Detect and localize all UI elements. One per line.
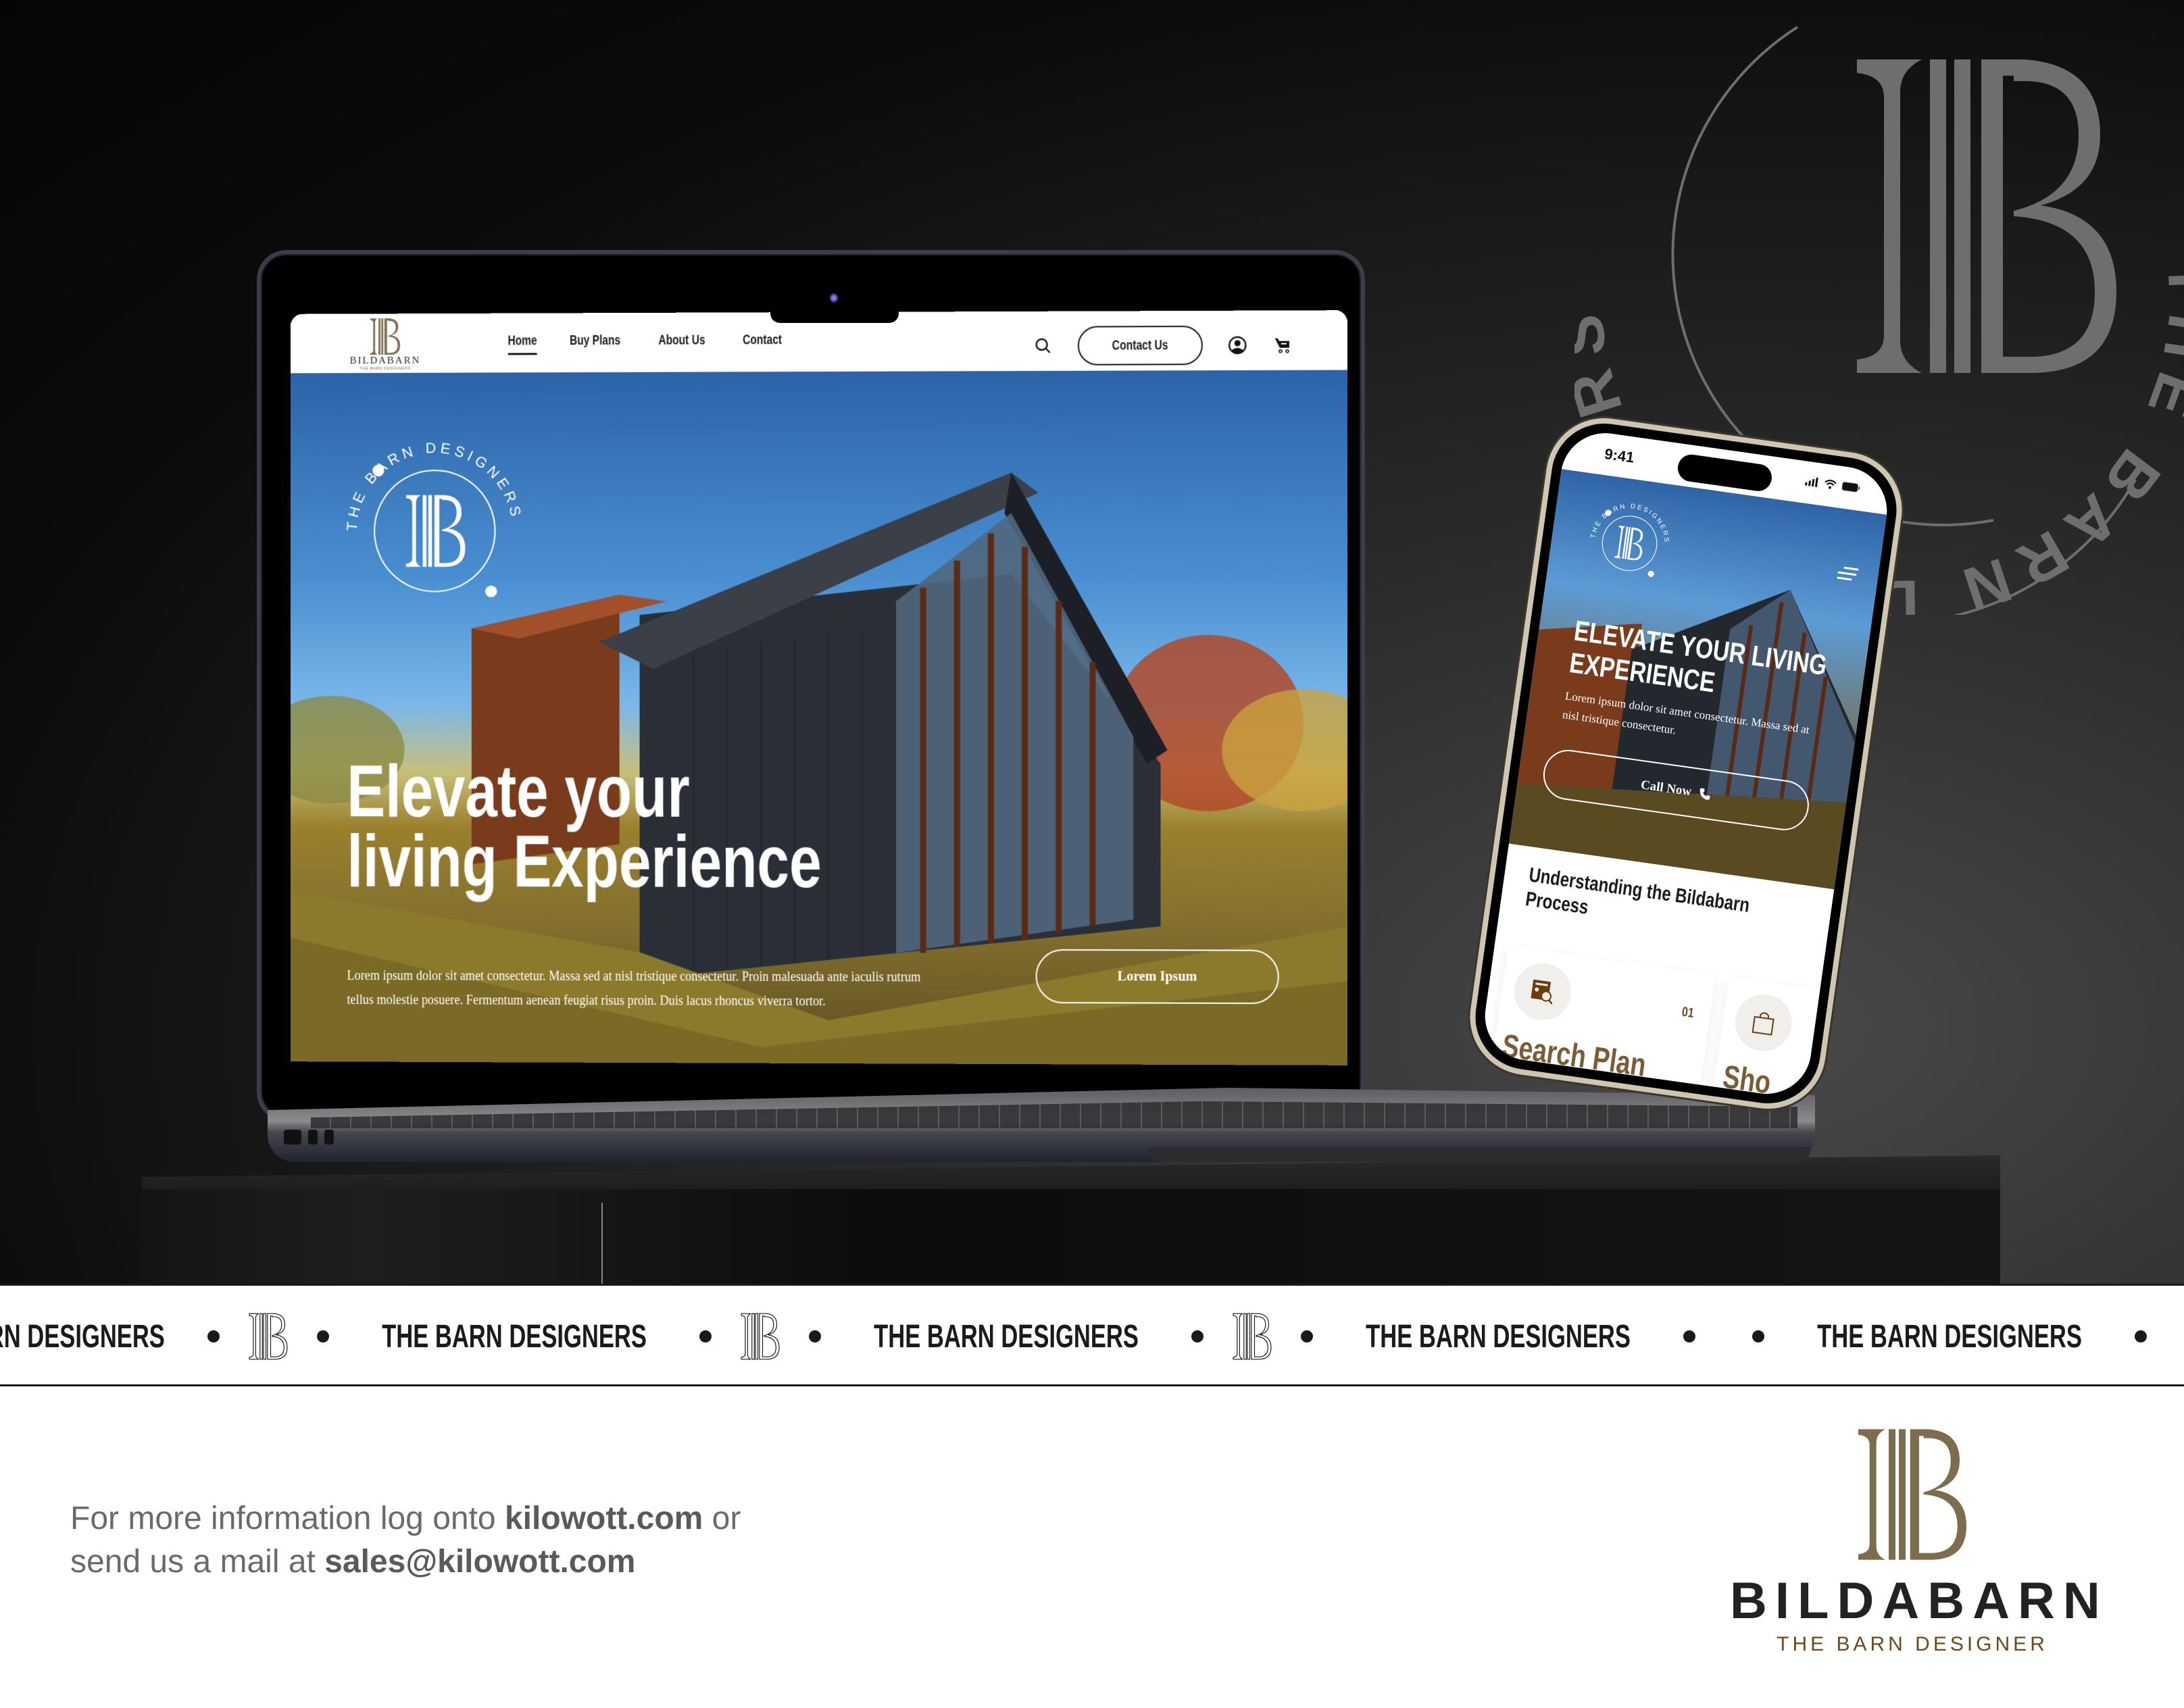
hamburger-menu-icon[interactable] — [1837, 563, 1860, 585]
nav-actions: Contact Us — [1033, 326, 1293, 366]
ticker-text: BARN DESIGNERS — [0, 1318, 165, 1355]
ticker-dot — [316, 1330, 329, 1342]
battery-icon — [1841, 482, 1860, 493]
ticker-text: THE BARN DESIGNERS — [873, 1318, 1139, 1355]
card-icon-wrap — [1731, 990, 1796, 1055]
bildabarn-logo-icon — [1858, 1429, 1966, 1560]
card-icon-wrap — [1510, 959, 1575, 1024]
signal-icon — [1804, 477, 1818, 487]
card-number: 01 — [1681, 1004, 1695, 1022]
ticker-dot — [1191, 1330, 1203, 1342]
footer-tagline: THE BARN DESIGNER — [1777, 1633, 2048, 1655]
website-link[interactable]: kilowott.com — [505, 1501, 703, 1536]
contact-info: For more information log onto kilowott.c… — [70, 1497, 741, 1584]
camera-icon — [830, 293, 838, 303]
nav-home[interactable]: Home — [508, 333, 537, 349]
user-circle-icon[interactable] — [1227, 335, 1247, 355]
info-line1-suffix: or — [703, 1501, 741, 1536]
ticker-logo-icon — [741, 1313, 780, 1360]
hero-title: Elevate your living Experience — [347, 750, 821, 903]
ticker-text: THE BARN DESIGNERS — [381, 1318, 647, 1355]
process-card[interactable]: Sho Lore — [1706, 976, 1893, 1100]
lorem-ipsum-button[interactable]: Lorem Ipsum — [1035, 949, 1279, 1005]
phone-mockup: 9:41 THE BARN DESIGNERS ELEVATE YOUR LIV… — [1462, 410, 1910, 1117]
laptop-ports — [284, 1130, 334, 1145]
site-logo[interactable]: BILDABARN THE BARN DESIGNERS — [348, 318, 422, 371]
phone-icon — [1699, 788, 1710, 800]
nav-contact[interactable]: Contact — [743, 332, 782, 348]
ticker-dot — [2134, 1330, 2147, 1342]
cart-icon[interactable] — [1272, 335, 1293, 355]
info-line2-prefix: send us a mail at — [70, 1544, 325, 1580]
laptop-trackpad-edge — [1149, 1147, 1811, 1162]
process-section: Understanding the Bildabarn Process 01 S… — [1479, 843, 1893, 1100]
laptop-screen: BILDABARN THE BARN DESIGNERS Home Buy Pl… — [291, 310, 1347, 1065]
status-time: 9:41 — [1603, 445, 1636, 466]
bildabarn-logo-icon — [370, 319, 401, 355]
email-link[interactable]: sales@kilowott.com — [324, 1544, 635, 1580]
svg-text:THE BARN DESIGNERS: THE BARN DESIGNERS — [343, 439, 525, 532]
ticker-text: THE BARN DESIGNERS — [1366, 1318, 1631, 1355]
contact-us-label: Contact Us — [1112, 337, 1168, 353]
ticker-logo-icon — [249, 1313, 288, 1360]
search-icon[interactable] — [1033, 336, 1053, 356]
brand-ticker: BARN DESIGNERS THE BARN DESIGNERS THE BARN… — [0, 1284, 2184, 1386]
footer-brand: BILDABARN — [1730, 1572, 2108, 1630]
logo-brand: BILDABARN — [349, 355, 421, 367]
shopping-bag-icon — [1752, 1012, 1775, 1036]
ticker-track: BARN DESIGNERS THE BARN DESIGNERS THE BARN… — [0, 1313, 2184, 1360]
logo-tagline: THE BARN DESIGNERS — [359, 366, 411, 372]
hero-description: Lorem ipsum dolor sit amet consectetur. … — [347, 968, 921, 1009]
site-hero: THE BARN DESIGNERS Elevate your living E… — [291, 370, 1347, 1065]
ticker-dot — [1752, 1330, 1764, 1342]
hero-stage: THE BARN DESIGNERS BILDABARN THE BARN DE… — [0, 0, 2184, 1284]
nav-about-us[interactable]: About Us — [659, 333, 705, 349]
status-icons — [1804, 476, 1861, 493]
wifi-icon — [1825, 480, 1837, 489]
ticker-dot — [207, 1330, 220, 1342]
hero-title-line2: living Experience — [347, 820, 822, 904]
phone-hero: THE BARN DESIGNERS ELEVATE YOUR LIVING E… — [1508, 469, 1887, 890]
ticker-logo-icon — [1233, 1313, 1272, 1360]
process-title: Understanding the Bildabarn Process — [1524, 863, 1752, 919]
footer-logo: BILDABARN THE BARN DESIGNER — [1730, 1427, 2108, 1656]
barn-designers-emblem: THE BARN DESIGNERS — [343, 439, 525, 598]
ticker-dot — [1300, 1330, 1313, 1342]
ticker-dot — [1683, 1330, 1695, 1342]
info-line1-prefix: For more information log onto — [70, 1501, 505, 1536]
ticker-dot — [808, 1330, 821, 1342]
phone-emblem: THE BARN DESIGNERS — [1589, 497, 1675, 577]
nav-buy-plans[interactable]: Buy Plans — [570, 333, 620, 349]
call-now-label: Call Now — [1639, 778, 1693, 799]
footer: For more information log onto kilowott.c… — [0, 1386, 2184, 1708]
main-nav: Home Buy Plans About Us Contact — [508, 332, 793, 349]
search-plan-icon — [1531, 979, 1553, 1005]
ticker-text: THE BARN DESIGNERS — [1817, 1318, 2082, 1355]
ticker-dot — [699, 1330, 712, 1342]
contact-us-button[interactable]: Contact Us — [1077, 326, 1203, 366]
pedestal-edge — [601, 1203, 603, 1284]
pedestal — [142, 1189, 2000, 1284]
